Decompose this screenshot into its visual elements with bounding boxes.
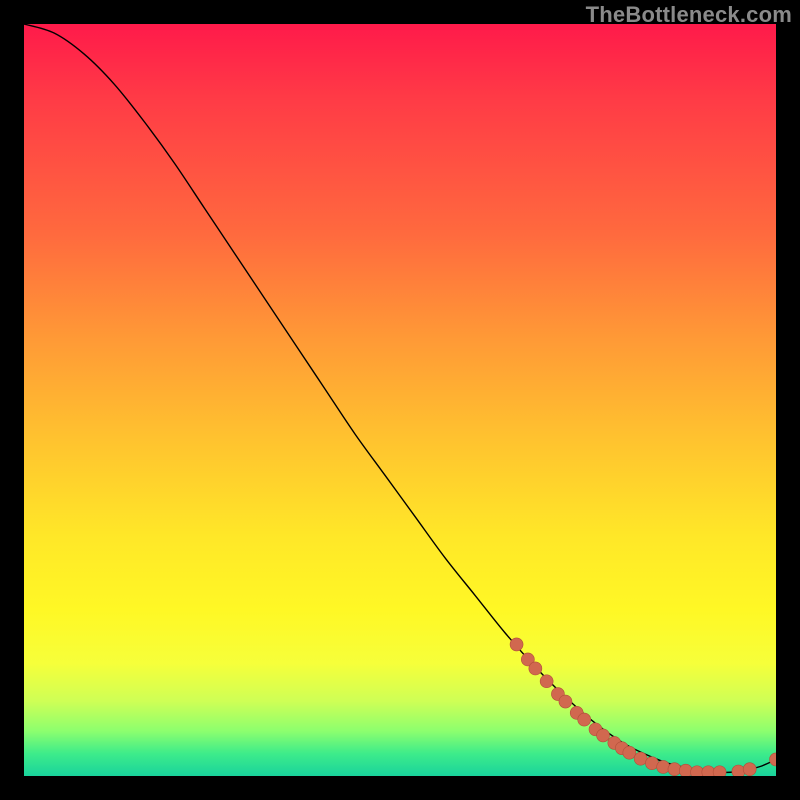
data-marker: [540, 675, 553, 688]
data-marker: [713, 766, 726, 776]
data-marker: [578, 713, 591, 726]
data-marker: [743, 763, 756, 776]
chart-svg: [24, 24, 776, 776]
data-marker: [529, 662, 542, 675]
data-marker: [623, 746, 636, 759]
data-marker: [679, 764, 692, 776]
data-marker: [510, 638, 523, 651]
bottleneck-curve-line: [24, 24, 776, 772]
chart-stage: TheBottleneck.com: [0, 0, 800, 800]
data-marker: [702, 766, 715, 776]
data-marker: [668, 763, 681, 776]
plot-area: [24, 24, 776, 776]
data-marker: [657, 760, 670, 773]
data-marker: [732, 765, 745, 776]
data-marker: [597, 729, 610, 742]
data-marker: [770, 753, 777, 766]
data-marker: [691, 766, 704, 776]
marker-layer: [510, 638, 776, 776]
data-marker: [559, 695, 572, 708]
